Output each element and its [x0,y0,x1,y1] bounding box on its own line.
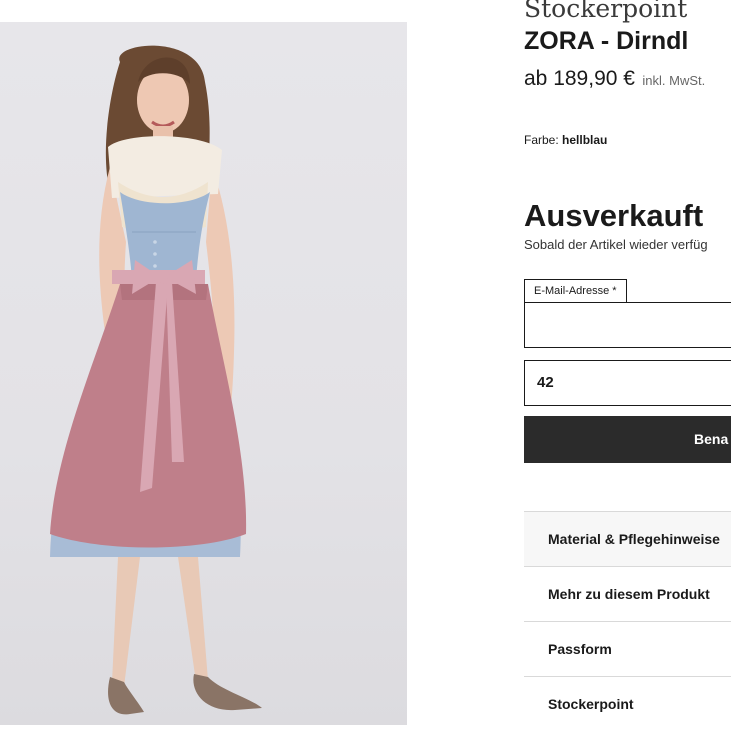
price-row: ab 189,90 € inkl. MwSt. [524,67,705,91]
brand-name[interactable]: Stockerpoint [524,0,687,23]
notify-button[interactable]: Bena [524,416,731,463]
price: ab 189,90 € [524,67,635,90]
soldout-heading: Ausverkauft [524,198,704,233]
color-row: Farbe: hellblau [524,133,607,147]
accordion-label: Passform [548,641,612,657]
accordion-material[interactable]: Material & Pflegehinweise [524,511,731,566]
vat-note: inkl. MwSt. [642,73,706,88]
accordion-brand[interactable]: Stockerpoint [524,676,731,731]
color-value: hellblau [562,133,608,147]
accordion-more-info[interactable]: Mehr zu diesem Produkt [524,566,731,621]
product-title: ZORA - Dirndl [524,27,689,55]
accordion-label: Mehr zu diesem Produkt [548,586,710,602]
restock-notice: Sobald der Artikel wieder verfüg [524,237,708,252]
size-select[interactable]: 42 [524,360,731,406]
color-label: Farbe: [524,133,559,147]
email-field[interactable] [524,302,731,348]
accordion-fit[interactable]: Passform [524,621,731,676]
accordion-label: Stockerpoint [548,696,634,712]
dirndl-model-illustration [50,45,262,715]
accordion-label: Material & Pflegehinweise [548,531,720,547]
email-field-label: E-Mail-Adresse * [524,279,627,302]
product-image[interactable] [0,22,407,725]
